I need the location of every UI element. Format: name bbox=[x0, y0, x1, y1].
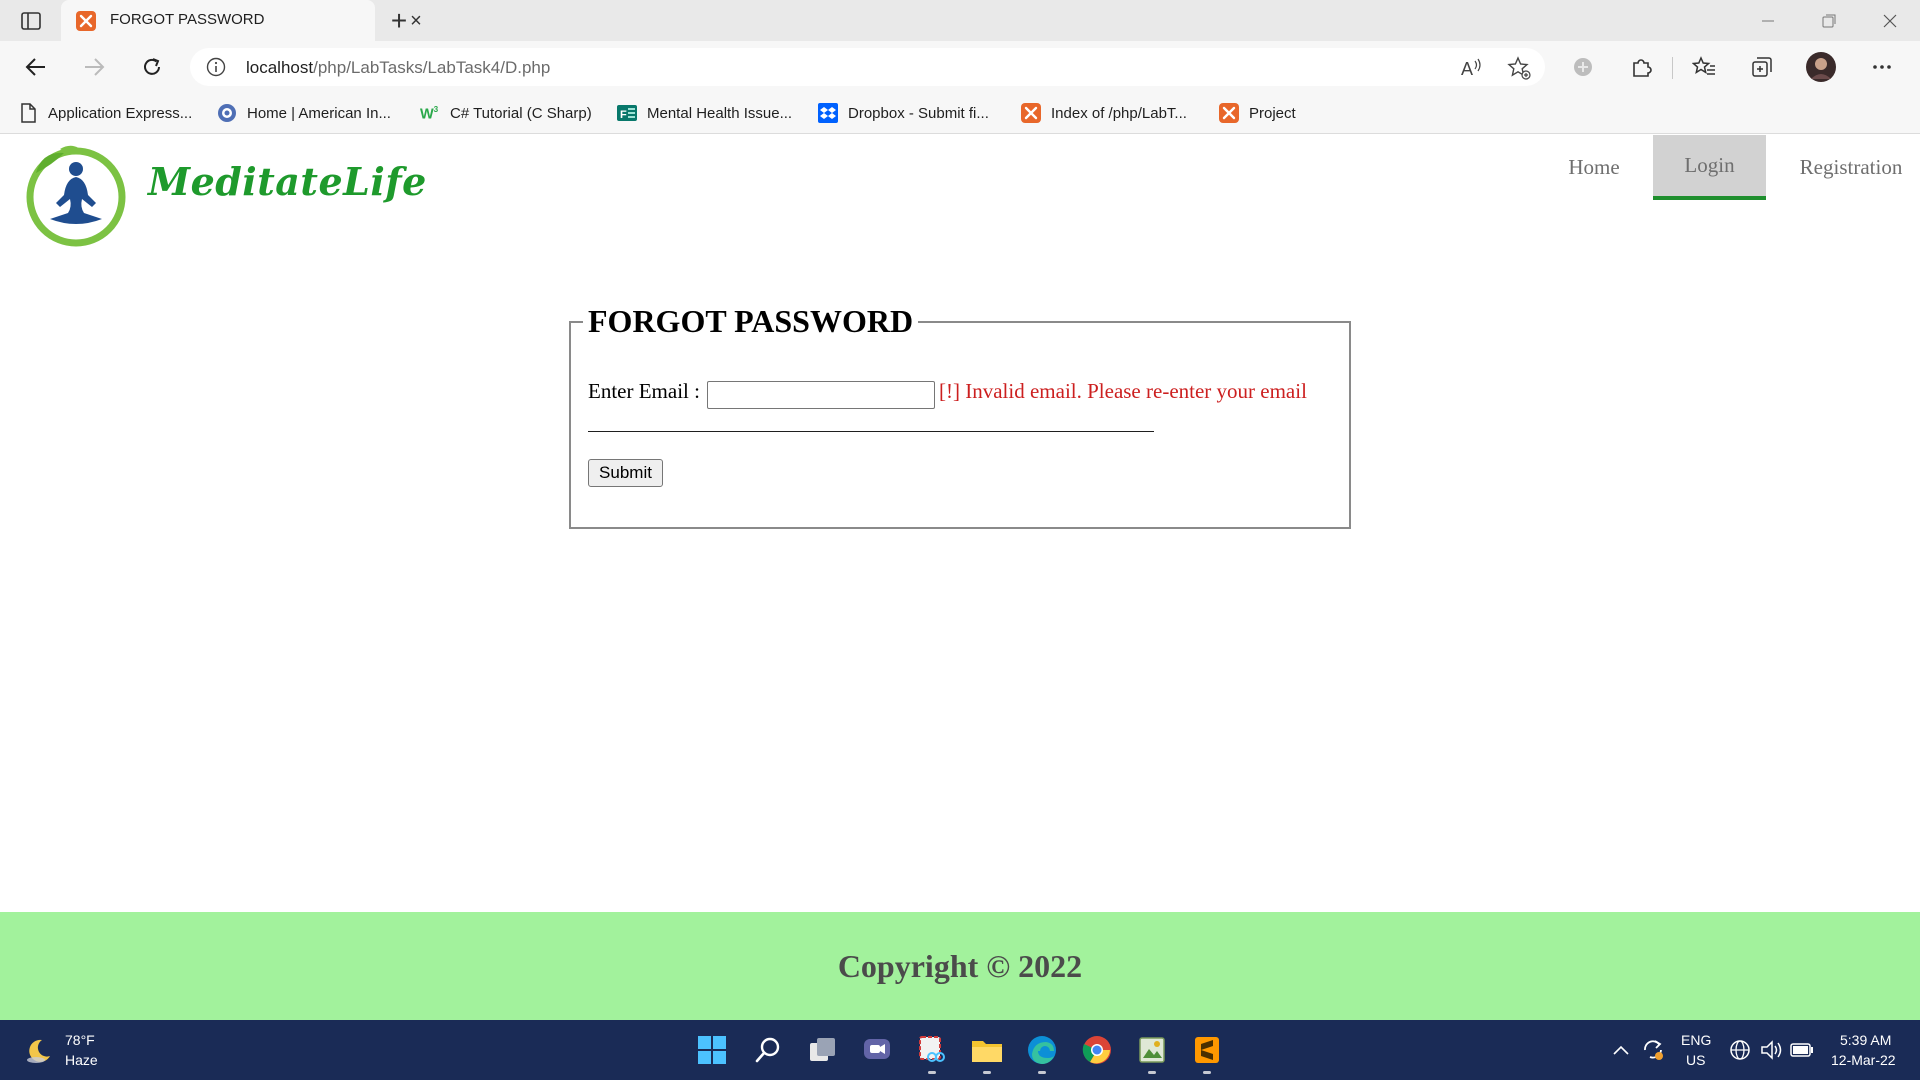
nav-login[interactable]: Login bbox=[1653, 135, 1766, 200]
favorites-icon[interactable] bbox=[1688, 51, 1720, 83]
file-explorer-icon[interactable] bbox=[969, 1032, 1005, 1068]
close-window-icon[interactable] bbox=[1860, 0, 1920, 41]
clock-time[interactable]: 5:39 AM bbox=[1840, 1032, 1891, 1048]
svg-text:W: W bbox=[420, 106, 434, 122]
bookmark-label: Project bbox=[1249, 104, 1296, 122]
forms-icon: F bbox=[617, 103, 637, 123]
running-indicator bbox=[1148, 1071, 1156, 1074]
svg-text:3: 3 bbox=[434, 105, 439, 114]
more-options-icon[interactable] bbox=[1866, 51, 1898, 83]
form-divider bbox=[588, 431, 1154, 432]
nav-registration[interactable]: Registration bbox=[1782, 135, 1920, 200]
xampp-icon bbox=[1219, 103, 1239, 123]
browser-tab-active[interactable]: FORGOT PASSWORD × bbox=[61, 0, 422, 41]
edge-browser-icon[interactable] bbox=[1024, 1032, 1060, 1068]
task-view-icon[interactable] bbox=[805, 1032, 841, 1068]
bookmark-item[interactable]: W3 C# Tutorial (C Sharp) bbox=[420, 102, 592, 124]
nav-home[interactable]: Home bbox=[1548, 135, 1640, 200]
forgot-password-fieldset: FORGOT PASSWORD Enter Email : [!] Invali… bbox=[569, 303, 1351, 529]
bookmark-label: C# Tutorial (C Sharp) bbox=[450, 104, 592, 122]
windows-taskbar: 78°F Haze ENG US 5:39 AM 12-Mar-22 bbox=[0, 1020, 1920, 1080]
w3schools-icon: W3 bbox=[420, 103, 440, 123]
bookmark-item[interactable]: F Mental Health Issue... bbox=[617, 102, 792, 124]
bookmark-item[interactable]: Dropbox - Submit fi... bbox=[818, 102, 989, 124]
chevron-up-icon[interactable] bbox=[1609, 1038, 1633, 1062]
bookmark-label: Home | American In... bbox=[247, 104, 391, 122]
language-indicator[interactable]: ENG bbox=[1681, 1032, 1711, 1048]
bookmarks-bar: Application Express... Home | American I… bbox=[0, 92, 1920, 134]
address-bar[interactable]: localhost/php/LabTasks/LabTask4/D.php A bbox=[190, 48, 1545, 86]
network-globe-icon[interactable] bbox=[1728, 1038, 1752, 1062]
bookmark-label: Index of /php/LabT... bbox=[1051, 104, 1187, 122]
bookmark-item[interactable]: Index of /php/LabT... bbox=[1021, 102, 1187, 124]
bookmark-item[interactable]: Application Express... bbox=[18, 102, 192, 124]
tab-actions-icon[interactable] bbox=[18, 9, 44, 33]
weather-temperature[interactable]: 78°F bbox=[65, 1032, 95, 1048]
globe-icon bbox=[217, 103, 237, 123]
browser-toolbar: localhost/php/LabTasks/LabTask4/D.php A bbox=[0, 41, 1920, 92]
windows-start-icon[interactable] bbox=[694, 1032, 730, 1068]
bookmark-item[interactable]: Home | American In... bbox=[217, 102, 391, 124]
email-error-message: [!] Invalid email. Please re-enter your … bbox=[939, 379, 1307, 403]
language-region[interactable]: US bbox=[1686, 1052, 1705, 1068]
bookmark-label: Application Express... bbox=[48, 104, 193, 122]
minimize-icon[interactable] bbox=[1738, 0, 1798, 41]
weather-condition[interactable]: Haze bbox=[65, 1052, 98, 1068]
page-icon bbox=[18, 103, 38, 123]
photo-editor-icon[interactable] bbox=[1134, 1032, 1170, 1068]
bookmark-item[interactable]: Project bbox=[1219, 102, 1296, 124]
extensions-puzzle-icon[interactable] bbox=[1625, 51, 1657, 83]
site-logo-text: MeditateLife bbox=[148, 159, 427, 204]
url-host: localhost bbox=[246, 58, 314, 77]
refresh-icon[interactable] bbox=[134, 49, 170, 85]
read-aloud-icon[interactable]: A bbox=[1458, 55, 1484, 81]
running-indicator bbox=[983, 1071, 991, 1074]
running-indicator bbox=[1038, 1071, 1046, 1074]
url-path: /php/LabTasks/LabTask4/D.php bbox=[313, 58, 551, 77]
bookmark-label: Dropbox - Submit fi... bbox=[848, 104, 989, 122]
moon-weather-icon[interactable] bbox=[24, 1036, 54, 1066]
running-indicator bbox=[928, 1071, 936, 1074]
back-arrow-icon[interactable] bbox=[18, 49, 54, 85]
bookmark-label: Mental Health Issue... bbox=[647, 104, 793, 122]
extension-disabled-icon[interactable] bbox=[1567, 51, 1599, 83]
dropbox-icon bbox=[818, 103, 838, 123]
sublime-text-icon[interactable] bbox=[1189, 1032, 1225, 1068]
running-indicator bbox=[1203, 1071, 1211, 1074]
page-footer: Copyright © 2022 bbox=[0, 912, 1920, 1020]
toolbar-divider bbox=[1672, 57, 1673, 79]
new-tab-button[interactable]: + bbox=[385, 7, 413, 35]
info-icon[interactable] bbox=[206, 57, 226, 77]
svg-text:F: F bbox=[620, 109, 627, 121]
teams-chat-icon[interactable] bbox=[859, 1032, 895, 1068]
battery-icon[interactable] bbox=[1790, 1038, 1814, 1062]
tab-title: FORGOT PASSWORD bbox=[110, 11, 265, 28]
meditation-logo-icon bbox=[22, 143, 142, 247]
clock-date[interactable]: 12-Mar-22 bbox=[1831, 1052, 1896, 1068]
profile-avatar[interactable] bbox=[1805, 51, 1837, 83]
browser-tab-strip: FORGOT PASSWORD × + bbox=[0, 0, 1920, 41]
form-legend: FORGOT PASSWORD bbox=[583, 303, 919, 340]
sync-icon[interactable] bbox=[1641, 1038, 1665, 1062]
email-label: Enter Email : bbox=[588, 379, 700, 403]
xampp-icon bbox=[76, 11, 96, 31]
forward-arrow-icon[interactable] bbox=[76, 49, 112, 85]
email-input[interactable] bbox=[707, 381, 935, 409]
xampp-icon bbox=[1021, 103, 1041, 123]
svg-text:A: A bbox=[1461, 59, 1473, 79]
add-favorite-icon[interactable] bbox=[1506, 55, 1532, 81]
chrome-browser-icon[interactable] bbox=[1079, 1032, 1115, 1068]
speaker-icon[interactable] bbox=[1760, 1038, 1784, 1062]
search-icon[interactable] bbox=[750, 1032, 786, 1068]
restore-icon[interactable] bbox=[1799, 0, 1859, 41]
collections-icon[interactable] bbox=[1746, 51, 1778, 83]
web-page: MeditateLife Home Login Registration FOR… bbox=[0, 135, 1920, 1020]
url-text: localhost/php/LabTasks/LabTask4/D.php bbox=[246, 58, 550, 78]
snipping-tool-icon[interactable] bbox=[914, 1032, 950, 1068]
copyright-text: Copyright © 2022 bbox=[837, 947, 1083, 984]
submit-button[interactable]: Submit bbox=[588, 459, 663, 487]
